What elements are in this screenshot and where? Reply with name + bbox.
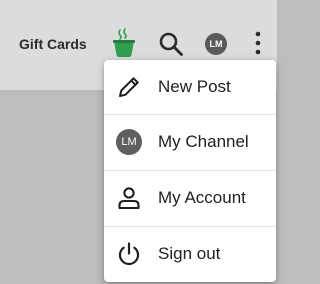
menu-item-label: Sign out bbox=[158, 244, 221, 263]
menu-item-my-account[interactable]: My Account bbox=[104, 171, 276, 225]
avatar[interactable]: LM bbox=[205, 33, 227, 55]
menu-item-my-channel[interactable]: LM My Channel bbox=[104, 115, 276, 169]
search-icon[interactable] bbox=[158, 31, 184, 57]
menu-item-label: New Post bbox=[158, 77, 231, 96]
account-dropdown-menu: New Post LM My Channel My Account Sign o… bbox=[104, 60, 276, 282]
coffee-cup-icon[interactable] bbox=[111, 28, 137, 58]
power-icon bbox=[118, 242, 140, 266]
avatar: LM bbox=[116, 129, 142, 155]
menu-item-new-post[interactable]: New Post bbox=[104, 60, 276, 114]
menu-item-sign-out[interactable]: Sign out bbox=[104, 227, 276, 281]
person-icon bbox=[118, 187, 140, 210]
pencil-icon bbox=[119, 77, 139, 97]
more-vert-icon[interactable] bbox=[252, 30, 264, 56]
gift-cards-link[interactable]: Gift Cards bbox=[19, 36, 87, 52]
menu-item-label: My Account bbox=[158, 188, 246, 207]
menu-item-label: My Channel bbox=[158, 132, 249, 151]
